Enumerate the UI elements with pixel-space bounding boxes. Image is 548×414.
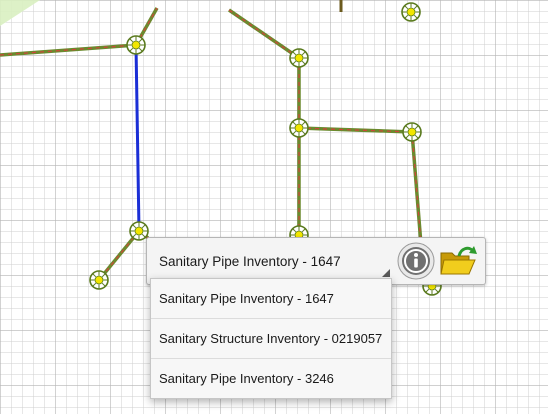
sanitary-structure-node[interactable] [402, 122, 422, 142]
info-icon [397, 242, 435, 280]
menu-item-pipe-1647[interactable]: Sanitary Pipe Inventory - 1647 [151, 279, 391, 319]
feature-selector[interactable]: Sanitary Pipe Inventory - 1647 [151, 242, 391, 280]
dropdown-caret-icon [382, 269, 390, 277]
menu-item-label: Sanitary Pipe Inventory - 3246 [159, 371, 334, 386]
menu-item-label: Sanitary Structure Inventory - 0219057 [159, 331, 383, 346]
sanitary-structure-node[interactable] [289, 48, 309, 68]
info-button[interactable] [397, 242, 435, 280]
open-folder-button[interactable] [439, 243, 479, 279]
sanitary-structure-node[interactable] [401, 2, 421, 22]
sanitary-structure-node[interactable] [289, 118, 309, 138]
menu-item-structure-0219057[interactable]: Sanitary Structure Inventory - 0219057 [151, 319, 391, 359]
sanitary-structure-node[interactable] [89, 270, 109, 290]
feature-dropdown-menu: Sanitary Pipe Inventory - 1647 Sanitary … [150, 278, 392, 399]
menu-item-label: Sanitary Pipe Inventory - 1647 [159, 291, 334, 306]
sanitary-structure-node[interactable] [126, 35, 146, 55]
sanitary-structure-node[interactable] [129, 221, 149, 241]
selected-feature-label: Sanitary Pipe Inventory - 1647 [159, 253, 341, 269]
open-folder-icon [440, 246, 477, 275]
menu-item-pipe-3246[interactable]: Sanitary Pipe Inventory - 3246 [151, 359, 391, 398]
